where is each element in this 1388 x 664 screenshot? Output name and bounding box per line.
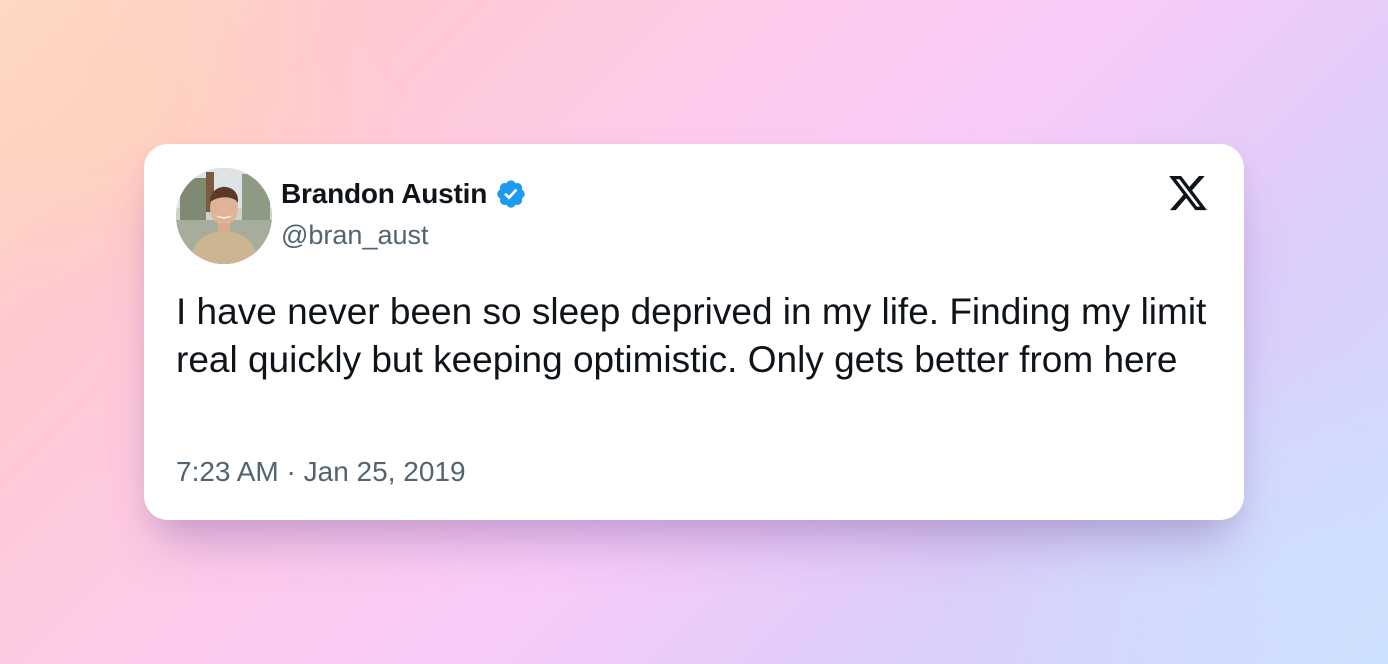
tweet-text: I have never been so sleep deprived in m…: [176, 291, 1207, 380]
tweet-time: 7:23 AM: [176, 456, 279, 487]
tweet-card: Brandon Austin @bran_aust I have never b…: [144, 144, 1244, 520]
tweet-timestamp[interactable]: 7:23 AM · Jan 25, 2019: [176, 456, 466, 488]
avatar-photo: [176, 168, 272, 264]
x-logo-icon[interactable]: [1166, 172, 1210, 214]
timestamp-separator: ·: [286, 456, 296, 487]
tweet-date: Jan 25, 2019: [303, 456, 466, 487]
avatar[interactable]: [176, 168, 272, 264]
author-name-row: Brandon Austin: [281, 176, 527, 212]
author-display-name[interactable]: Brandon Austin: [281, 178, 487, 210]
verified-badge-icon: [495, 178, 527, 210]
author-handle[interactable]: @bran_aust: [281, 220, 429, 251]
